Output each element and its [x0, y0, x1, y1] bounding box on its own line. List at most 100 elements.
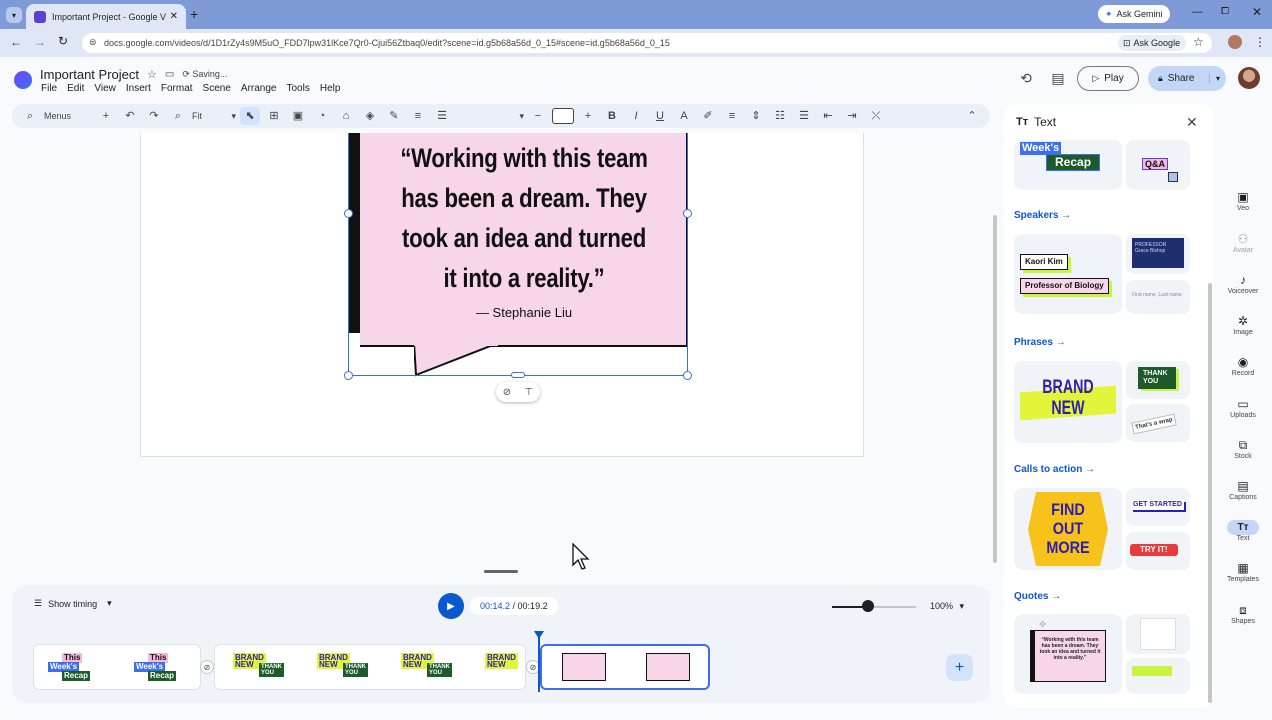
menu-edit[interactable]: Edit [67, 83, 84, 94]
format-icon[interactable]: ⊤ [525, 387, 534, 398]
new-scene-icon[interactable]: + [96, 107, 116, 125]
italic-icon[interactable]: I [626, 107, 646, 125]
menu-file[interactable]: File [41, 83, 57, 94]
share-dropdown-icon[interactable]: ▾ [1208, 74, 1220, 83]
increase-indent-icon[interactable]: ⇥ [842, 107, 862, 125]
resize-handle-bottom[interactable] [511, 372, 525, 378]
rail-stock[interactable]: ⧉ Stock [1222, 438, 1264, 460]
comments-icon[interactable]: ▤ [1048, 68, 1068, 88]
tab-list-button[interactable]: ▾ [6, 7, 22, 23]
template-card-recap[interactable]: Week's Recap [1014, 140, 1122, 190]
select-tool-icon[interactable]: ⬉ [240, 107, 260, 125]
rail-image[interactable]: ✲ Image [1222, 314, 1264, 336]
line-spacing-icon[interactable]: ⇕ [746, 107, 766, 125]
template-card-quote-doc[interactable] [1126, 614, 1190, 654]
canvas-scrollbar[interactable] [993, 215, 997, 563]
zoom-icon[interactable]: ⌕ [168, 107, 188, 125]
rail-veo[interactable]: ▣ Veo [1222, 190, 1264, 212]
resize-handle-right[interactable] [683, 209, 692, 218]
menu-insert[interactable]: Insert [126, 83, 151, 94]
rail-captions[interactable]: ▤ Captions [1222, 479, 1264, 501]
bulleted-list-icon[interactable]: ☷ [770, 107, 790, 125]
playhead-marker[interactable] [534, 631, 544, 639]
panel-scrollbar[interactable] [1208, 283, 1212, 703]
timeline-resize-handle[interactable] [484, 570, 518, 573]
minimize-icon[interactable]: — [1192, 6, 1203, 18]
paint-format-icon[interactable]: ⌂ [336, 107, 356, 125]
play-button[interactable]: ▷ Play [1077, 66, 1139, 91]
image-icon[interactable]: ▣ [288, 107, 308, 125]
add-scene-button[interactable]: + [946, 654, 973, 681]
font-size-input[interactable] [552, 108, 574, 124]
collapse-toolbar-icon[interactable]: ⌃ [962, 107, 982, 125]
section-calls-to-action[interactable]: Calls to action → [1014, 464, 1095, 475]
numbered-list-icon[interactable]: ☰ [794, 107, 814, 125]
maximize-icon[interactable]: ⧠ [1221, 6, 1229, 17]
highlight-icon[interactable]: ✐ [698, 107, 718, 125]
browser-menu-icon[interactable]: ⋮ [1254, 35, 1266, 49]
template-card-qa[interactable]: Q&A [1126, 140, 1190, 190]
vids-logo-icon[interactable] [14, 71, 32, 89]
forward-icon[interactable]: → [34, 35, 46, 49]
timeline-play-button[interactable]: ▶ [438, 593, 464, 619]
menu-scene[interactable]: Scene [203, 83, 231, 94]
template-card-speaker-navy[interactable]: PROFESSOR Grace Bishop [1126, 234, 1190, 274]
resize-handle-bottom-left[interactable] [344, 371, 353, 380]
bold-icon[interactable]: B [602, 107, 622, 125]
new-tab-icon[interactable]: + [190, 6, 198, 22]
underline-icon[interactable]: U [650, 107, 670, 125]
search-menus-input[interactable]: Menus [44, 111, 92, 121]
text-color-icon[interactable]: A [674, 107, 694, 125]
share-button[interactable]: 🔒︎ Share ▾ [1148, 66, 1226, 91]
shape-icon[interactable]: ◔ [312, 107, 332, 125]
url-bar[interactable]: ⊜ docs.google.com/videos/d/1D1rZy4s9M5uO… [82, 33, 1212, 53]
decrease-indent-icon[interactable]: ⇤ [818, 107, 838, 125]
rail-text[interactable]: Tт Text [1222, 520, 1264, 542]
reload-icon[interactable]: ↻ [58, 34, 68, 48]
template-card-quote[interactable]: ✧ “Working with this team has been a dre… [1014, 614, 1122, 694]
increase-font-icon[interactable]: + [578, 107, 598, 125]
resize-handle-left[interactable] [344, 209, 353, 218]
menu-arrange[interactable]: Arrange [241, 83, 277, 94]
template-card-thats-a-wrap[interactable]: That's a wrap [1126, 404, 1190, 442]
show-timing-toggle[interactable]: ☰ Show timing ▾ [34, 598, 112, 609]
font-select[interactable]: ▾ [456, 111, 524, 122]
playhead-line[interactable] [538, 634, 540, 692]
scene-clip-recap[interactable]: This Week's Recap This Week's Recap [33, 644, 201, 690]
template-card-find-out-more[interactable]: FIND OUT MORE [1014, 488, 1122, 570]
move-folder-icon[interactable]: ▭ [165, 69, 174, 80]
profile-avatar[interactable] [1228, 35, 1242, 49]
menu-help[interactable]: Help [320, 83, 341, 94]
close-window-icon[interactable]: ✕ [1252, 5, 1262, 19]
template-card-brand-new[interactable]: BRAND NEW [1014, 361, 1122, 443]
rail-voiceover[interactable]: ♪ Voiceover [1222, 273, 1264, 295]
back-icon[interactable]: ← [10, 35, 22, 49]
close-panel-icon[interactable]: ✕ [1186, 114, 1198, 131]
align-icon[interactable]: ≡ [722, 107, 742, 125]
document-title[interactable]: Important Project [40, 67, 139, 82]
rail-templates[interactable]: ▦ Templates [1222, 561, 1264, 583]
site-info-icon[interactable]: ⊜ [89, 37, 97, 48]
template-card-quote-green[interactable] [1126, 658, 1190, 694]
resize-handle-bottom-right[interactable] [683, 371, 692, 380]
fill-color-icon[interactable]: ◈ [360, 107, 380, 125]
scene-clip-quote-selected[interactable] [540, 644, 710, 690]
section-phrases[interactable]: Phrases → [1014, 337, 1066, 348]
ask-google-button[interactable]: ⊡ Ask Google [1118, 35, 1186, 51]
decrease-font-icon[interactable]: − [528, 107, 548, 125]
section-speakers[interactable]: Speakers → [1014, 210, 1071, 221]
link-icon[interactable]: ⊘ [503, 387, 511, 398]
rail-record[interactable]: ◉ Record [1222, 355, 1264, 377]
template-card-thank-you[interactable]: THANK YOU [1126, 361, 1190, 399]
close-tab-icon[interactable]: ✕ [170, 11, 178, 22]
template-card-speaker-light[interactable]: First name, Last name [1126, 280, 1190, 314]
menu-view[interactable]: View [94, 83, 116, 94]
user-avatar[interactable] [1238, 67, 1260, 89]
rail-uploads[interactable]: ▭ Uploads [1222, 397, 1264, 419]
border-dash-icon[interactable]: ☰ [432, 107, 452, 125]
template-card-get-started[interactable]: GET STARTED [1126, 488, 1190, 526]
text-box-icon[interactable]: ⊞ [264, 107, 284, 125]
border-color-icon[interactable]: ✎ [384, 107, 404, 125]
clear-formatting-icon[interactable]: ⤫ [866, 107, 886, 125]
version-history-icon[interactable]: ⟲ [1016, 68, 1036, 88]
